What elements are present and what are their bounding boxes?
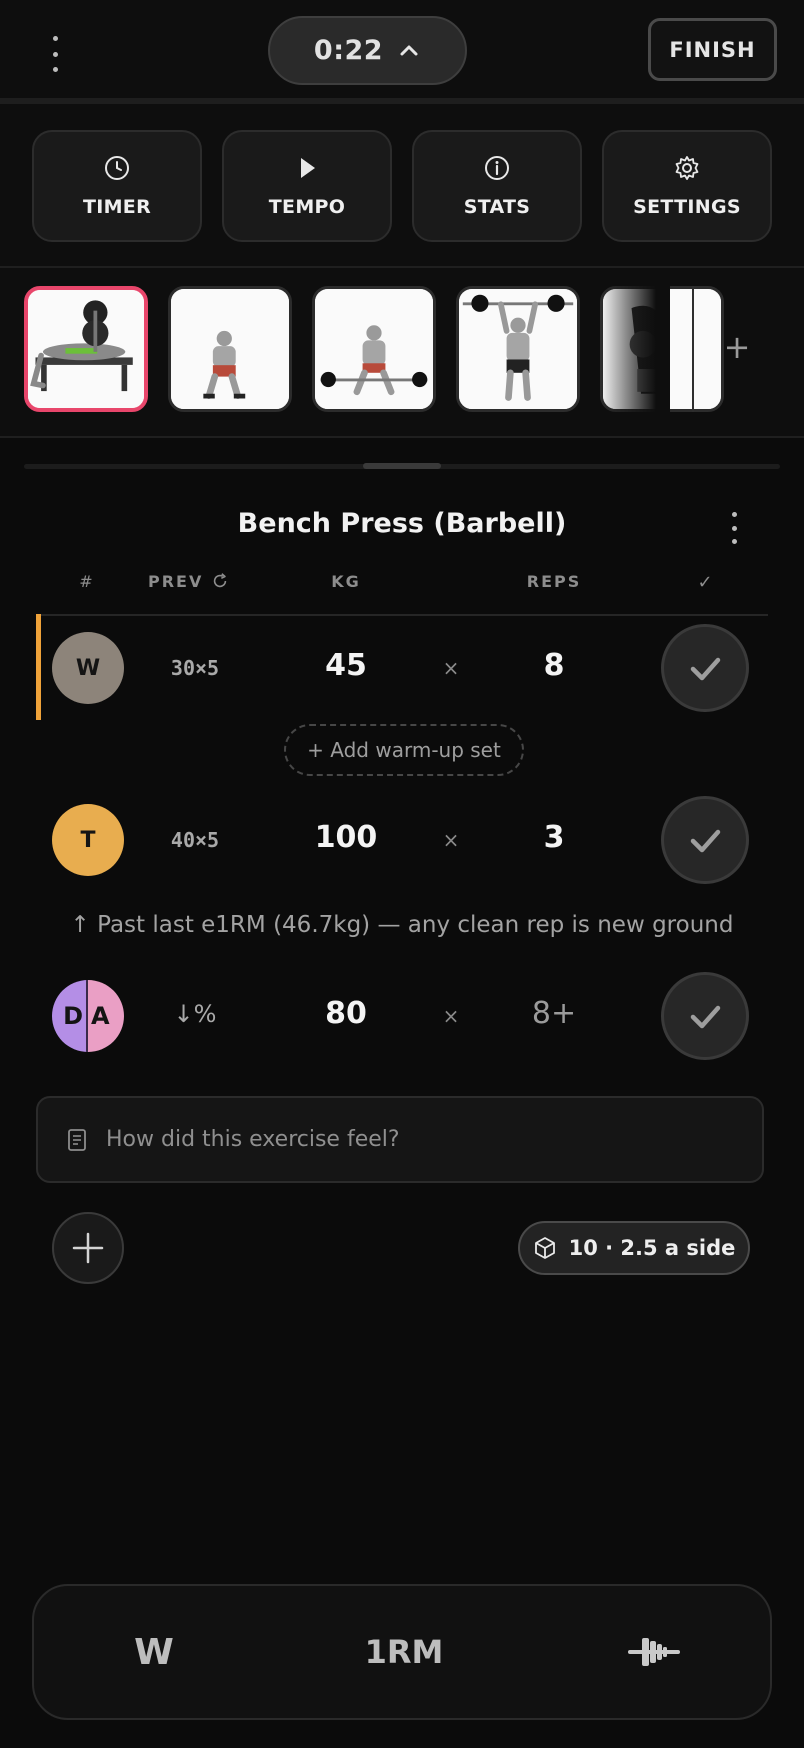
- reps-input[interactable]: 8+: [504, 996, 604, 1031]
- more-menu-icon[interactable]: [44, 36, 66, 72]
- set-type-badge-split[interactable]: D A: [52, 980, 124, 1052]
- kg-input[interactable]: 80: [286, 996, 406, 1031]
- chevron-up-icon: [400, 45, 418, 55]
- tempo-button[interactable]: TEMPO: [222, 130, 392, 242]
- reps-input[interactable]: 3: [504, 820, 604, 855]
- play-icon: [301, 158, 315, 178]
- exercise-strip: +: [0, 268, 804, 438]
- prev-value[interactable]: 40×5: [135, 828, 255, 852]
- settings-button[interactable]: SETTINGS: [602, 130, 772, 242]
- col-kg: KG: [331, 572, 361, 591]
- timer-value: 0:22: [313, 35, 384, 66]
- barbell-icon: [628, 1638, 680, 1666]
- badge-right-letter: A: [88, 980, 124, 1052]
- top-bar: 0:22 FINISH: [0, 0, 804, 104]
- set-type-badge[interactable]: W: [52, 632, 124, 704]
- plate-loader-button[interactable]: [604, 1586, 704, 1718]
- exercise-thumb-bench-press[interactable]: [24, 286, 148, 412]
- complete-set-button[interactable]: [661, 972, 749, 1060]
- finish-button[interactable]: FINISH: [648, 18, 777, 81]
- prev-value[interactable]: 30×5: [135, 656, 255, 680]
- add-warmup-set-button[interactable]: + Add warm-up set: [284, 724, 524, 776]
- exercise-menu-icon[interactable]: [723, 512, 745, 544]
- times-sign: ×: [442, 1004, 460, 1028]
- exercise-thumb-deadlift[interactable]: [312, 286, 436, 412]
- times-sign: ×: [442, 656, 460, 680]
- col-prev-label: PREV: [148, 572, 204, 591]
- note-icon: [68, 1128, 86, 1151]
- tools-row: TIMER TEMPO STATS SETTINGS: [0, 104, 804, 268]
- prev-value[interactable]: ↓%: [135, 1000, 255, 1028]
- set-type-badge[interactable]: T: [52, 804, 124, 876]
- settings-label: SETTINGS: [633, 196, 741, 218]
- bench-press-figure: [28, 290, 144, 408]
- kg-input[interactable]: 100: [286, 820, 406, 855]
- drag-handle[interactable]: [363, 463, 441, 469]
- exercise-notes-field[interactable]: How did this exercise feel?: [36, 1096, 764, 1183]
- info-icon: [485, 156, 509, 180]
- complete-set-button[interactable]: [661, 624, 749, 712]
- reps-input[interactable]: 8: [504, 648, 604, 683]
- add-set-button[interactable]: [52, 1212, 124, 1284]
- timer-button[interactable]: TIMER: [32, 130, 202, 242]
- timer-label: TIMER: [82, 196, 152, 218]
- cube-icon: [534, 1237, 555, 1259]
- col-prev[interactable]: PREV: [148, 572, 238, 591]
- rest-timer-pill[interactable]: 0:22: [268, 16, 467, 85]
- checkmark-icon: [690, 829, 721, 853]
- squat-figure: [171, 289, 289, 409]
- checkmark-icon: [690, 657, 721, 681]
- plus-icon: [72, 1232, 104, 1264]
- strip-fade: [600, 286, 670, 412]
- exercise-thumb-squat[interactable]: [168, 286, 292, 412]
- tempo-label: TEMPO: [268, 196, 346, 218]
- warmup-accent-bar: [36, 614, 41, 720]
- checkmark-icon: [690, 1005, 721, 1029]
- col-done: ✓: [697, 572, 713, 593]
- header-divider: [36, 614, 768, 616]
- add-exercise-button[interactable]: +: [716, 326, 758, 368]
- overhead-press-figure: [459, 289, 577, 409]
- col-reps: REPS: [526, 572, 582, 591]
- gear-icon: [675, 156, 699, 180]
- stats-label: STATS: [463, 196, 531, 218]
- col-index: #: [79, 572, 93, 591]
- badge-left-letter: D: [52, 980, 88, 1052]
- warmup-calc-button[interactable]: W: [104, 1586, 204, 1718]
- deadlift-figure: [315, 289, 433, 409]
- clock-icon: [105, 156, 129, 180]
- e1rm-hint: ↑ Past last e1RM (46.7kg) — any clean re…: [70, 912, 734, 938]
- kg-input[interactable]: 45: [286, 648, 406, 683]
- strip-divider: [692, 286, 694, 412]
- stats-button[interactable]: STATS: [412, 130, 582, 242]
- times-sign: ×: [442, 828, 460, 852]
- complete-set-button[interactable]: [661, 796, 749, 884]
- notes-placeholder: How did this exercise feel?: [106, 1127, 400, 1152]
- refresh-icon: [213, 573, 227, 588]
- plate-calc-label: 10 · 2.5 a side: [568, 1236, 736, 1260]
- bottom-dock: W 1RM: [32, 1584, 772, 1720]
- exercise-thumb-overhead-press[interactable]: [456, 286, 580, 412]
- exercise-title[interactable]: Bench Press (Barbell): [0, 508, 804, 539]
- one-rm-button[interactable]: 1RM: [334, 1586, 474, 1718]
- plate-calculator-button[interactable]: 10 · 2.5 a side: [518, 1221, 750, 1275]
